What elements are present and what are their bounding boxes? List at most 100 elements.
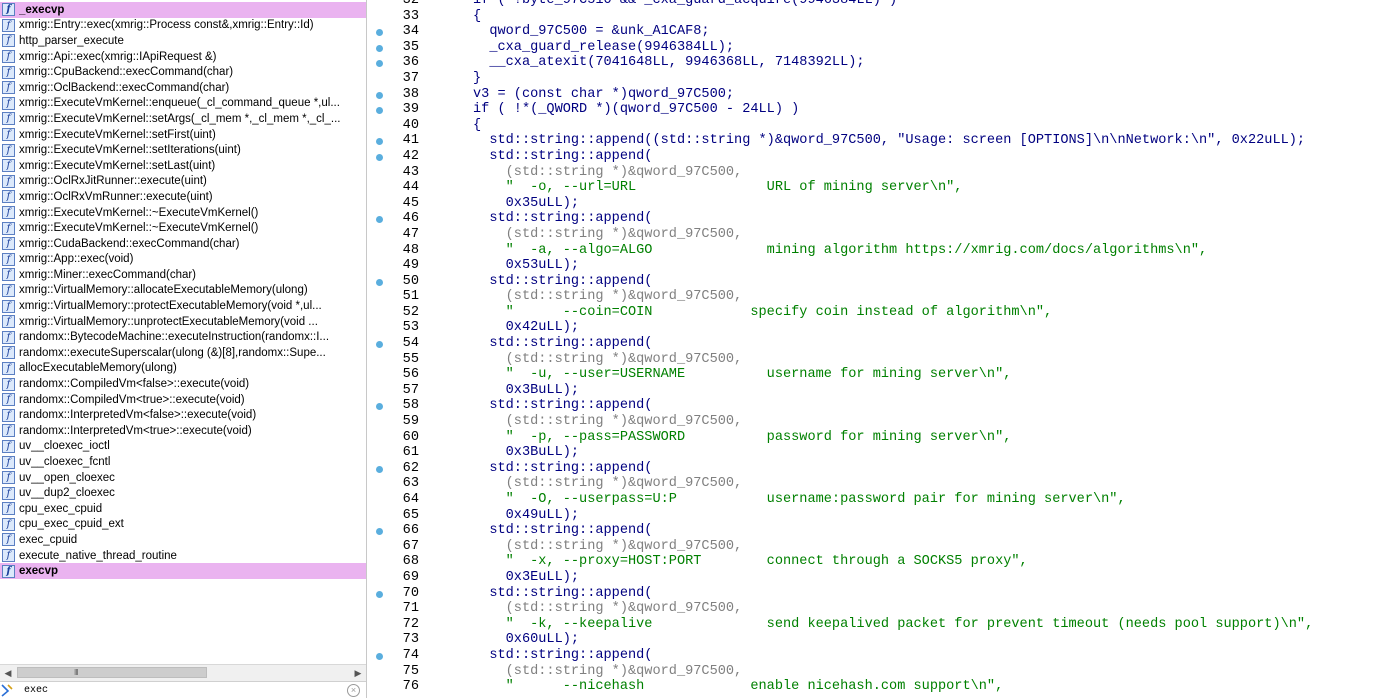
function-list-item[interactable]: f xmrig::ExecuteVmKernel::~ExecuteVmKerne…: [0, 220, 366, 236]
code-text: (std::string *)&qword_97C500,: [473, 164, 743, 180]
breakpoint-dot-icon[interactable]: [376, 138, 383, 146]
breakpoint-dot-icon[interactable]: [376, 528, 383, 536]
breakpoint-dot-icon[interactable]: [376, 216, 383, 224]
function-list-item[interactable]: f cpu_exec_cpuid: [0, 501, 366, 517]
clear-search-icon[interactable]: ×: [347, 684, 360, 697]
function-name: http_parser_execute: [19, 34, 124, 47]
function-list-item[interactable]: f xmrig::App::exec(void): [0, 252, 366, 268]
function-list-item[interactable]: f randomx::CompiledVm<true>::execute(void…: [0, 392, 366, 408]
function-name: xmrig::CudaBackend::execCommand(char): [19, 237, 240, 250]
function-list-item[interactable]: f xmrig::ExecuteVmKernel::setLast(uint): [0, 158, 366, 174]
breakpoint-dot-icon[interactable]: [376, 278, 383, 286]
code-text: " -a, --algo=ALGO mining algorithm https…: [473, 242, 1208, 258]
function-list-item[interactable]: f randomx::InterpretedVm<true>::execute(v…: [0, 423, 366, 439]
breakpoint-dot-icon[interactable]: [376, 153, 383, 161]
function-list-item[interactable]: f uv__cloexec_fcntl: [0, 454, 366, 470]
function-name: xmrig::ExecuteVmKernel::setFirst(uint): [19, 128, 216, 141]
horizontal-scrollbar[interactable]: ◀ III ▶: [0, 664, 366, 681]
function-list-item[interactable]: f execvp: [0, 563, 366, 579]
code-text: (std::string *)&qword_97C500,: [473, 663, 743, 679]
code-text: " -k, --keepalive send keepalived packet…: [473, 616, 1314, 632]
function-list-item[interactable]: f xmrig::Entry::exec(xmrig::Process const…: [0, 18, 366, 34]
breakpoint-dot-icon[interactable]: [376, 341, 383, 349]
line-number: 58: [402, 398, 419, 414]
function-icon: f: [2, 377, 15, 391]
function-icon: f: [2, 549, 15, 563]
breakpoint-dot-icon[interactable]: [376, 91, 383, 99]
function-icon: f: [2, 455, 15, 469]
function-list-item[interactable]: f xmrig::ExecuteVmKernel::setArgs(_cl_mem…: [0, 111, 366, 127]
function-name: _execvp: [19, 3, 65, 16]
function-name: cpu_exec_cpuid_ext: [19, 518, 124, 531]
breakpoint-dot-icon[interactable]: [376, 29, 383, 37]
function-list-item[interactable]: f randomx::CompiledVm<false>::execute(voi…: [0, 376, 366, 392]
function-list-item[interactable]: f _execvp: [0, 2, 366, 18]
function-list-item[interactable]: f xmrig::ExecuteVmKernel::setFirst(uint): [0, 127, 366, 143]
code-text: (std::string *)&qword_97C500,: [473, 226, 743, 242]
line-number: 75: [402, 663, 419, 679]
function-list-item[interactable]: f xmrig::ExecuteVmKernel::setIterations(u…: [0, 142, 366, 158]
function-icon: f: [2, 486, 15, 500]
function-name: xmrig::ExecuteVmKernel::setLast(uint): [19, 159, 216, 172]
scroll-left-arrow-icon[interactable]: ◀: [0, 665, 16, 681]
breakpoint-dot-icon[interactable]: [376, 590, 383, 598]
function-list-item[interactable]: f xmrig::CudaBackend::execCommand(char): [0, 236, 366, 252]
function-list-item[interactable]: f xmrig::OclRxVmRunner::execute(uint): [0, 189, 366, 205]
function-list-item[interactable]: f allocExecutableMemory(ulong): [0, 361, 366, 377]
breakpoint-dot-icon[interactable]: [376, 44, 383, 52]
function-list-item[interactable]: f exec_cpuid: [0, 532, 366, 548]
function-icon: f: [2, 159, 15, 173]
code-text: std::string::append(: [473, 148, 653, 164]
function-icon: f: [2, 424, 15, 438]
breakpoint-dot-icon[interactable]: [376, 60, 383, 68]
function-name: xmrig::OclRxJitRunner::execute(uint): [19, 175, 207, 188]
breakpoint-dot-icon[interactable]: [376, 652, 383, 660]
function-list-item[interactable]: f uv__cloexec_ioctl: [0, 439, 366, 455]
function-name: uv__open_cloexec: [19, 471, 115, 484]
function-icon: f: [2, 268, 15, 282]
breakpoint-dot-icon[interactable]: [376, 107, 383, 115]
function-icon: f: [2, 408, 15, 422]
line-number: 34: [402, 24, 419, 40]
breakpoint-dot-icon[interactable]: [376, 403, 383, 411]
line-number: 71: [402, 601, 419, 617]
function-list-item[interactable]: f xmrig::VirtualMemory::unprotectExecutab…: [0, 314, 366, 330]
line-number: 32: [402, 0, 419, 8]
function-list-item[interactable]: f xmrig::OclBackend::execCommand(char): [0, 80, 366, 96]
line-number: 42: [402, 148, 419, 164]
function-icon: f: [2, 315, 15, 329]
function-list-item[interactable]: f randomx::BytecodeMachine::executeInstru…: [0, 329, 366, 345]
function-list-item[interactable]: f randomx::executeSuperscalar(ulong (&)[8…: [0, 345, 366, 361]
scroll-right-arrow-icon[interactable]: ▶: [350, 665, 366, 681]
function-name: xmrig::Api::exec(xmrig::IApiRequest &): [19, 50, 217, 63]
function-name: xmrig::Entry::exec(xmrig::Process const&…: [19, 19, 314, 32]
function-list-item[interactable]: f xmrig::CpuBackend::execCommand(char): [0, 64, 366, 80]
scrollbar-grip-icon: III: [74, 668, 79, 677]
line-number: 50: [402, 273, 419, 289]
function-icon: f: [2, 439, 15, 453]
function-search-bar: ×: [0, 681, 366, 698]
scrollbar-thumb[interactable]: III: [17, 667, 207, 678]
pseudocode-view[interactable]: 32 if ( !byte_97C510 && _cxa_guard_acquir…: [367, 0, 1400, 698]
function-list-item[interactable]: f xmrig::ExecuteVmKernel::~ExecuteVmKerne…: [0, 205, 366, 221]
function-list-item[interactable]: f xmrig::ExecuteVmKernel::enqueue(_cl_com…: [0, 96, 366, 112]
function-list-item[interactable]: f http_parser_execute: [0, 33, 366, 49]
function-list-item[interactable]: f execute_native_thread_routine: [0, 548, 366, 564]
function-list-item[interactable]: f randomx::InterpretedVm<false>::execute(…: [0, 407, 366, 423]
function-list-item[interactable]: f uv__open_cloexec: [0, 470, 366, 486]
function-list-item[interactable]: f xmrig::VirtualMemory::allocateExecutabl…: [0, 283, 366, 299]
function-list-item[interactable]: f xmrig::Miner::execCommand(char): [0, 267, 366, 283]
code-text: if ( !*(_QWORD *)(qword_97C500 - 24LL) ): [473, 102, 800, 118]
function-list-item[interactable]: f cpu_exec_cpuid_ext: [0, 517, 366, 533]
function-name: execvp: [19, 565, 59, 578]
function-list-item[interactable]: f xmrig::Api::exec(xmrig::IApiRequest &): [0, 49, 366, 65]
function-list-item[interactable]: f xmrig::VirtualMemory::protectExecutable…: [0, 298, 366, 314]
search-input[interactable]: [24, 683, 324, 697]
function-list-item[interactable]: f xmrig::OclRxJitRunner::execute(uint): [0, 174, 366, 190]
breakpoint-dot-icon[interactable]: [376, 465, 383, 473]
function-list-item[interactable]: f uv__dup2_cloexec: [0, 485, 366, 501]
code-text: std::string::append((std::string *)&qwor…: [473, 133, 1306, 149]
function-icon: f: [2, 128, 15, 142]
function-name: randomx::InterpretedVm<false>::execute(v…: [19, 409, 257, 422]
code-text: std::string::append(: [473, 211, 653, 227]
